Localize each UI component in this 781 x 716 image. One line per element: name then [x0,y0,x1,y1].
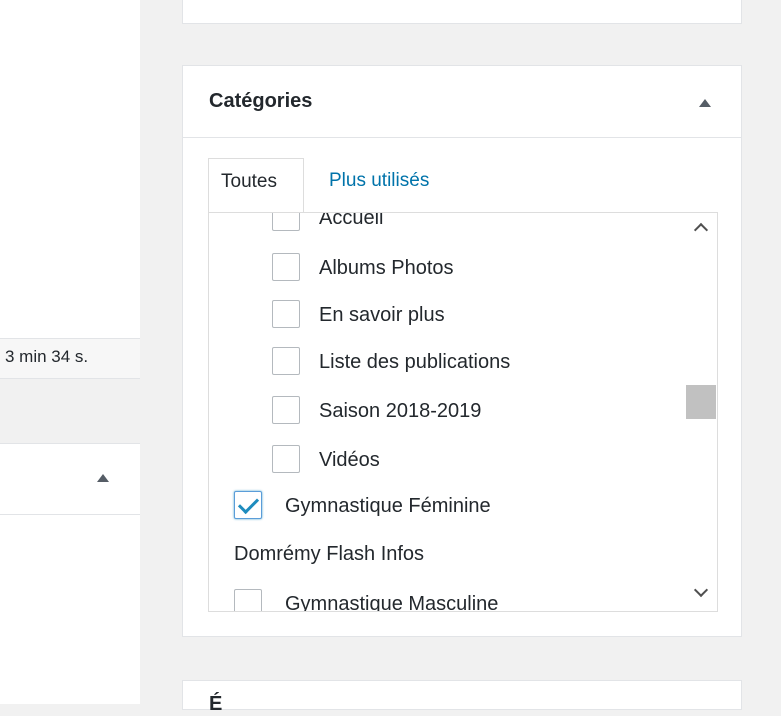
category-label: Domrémy Flash Infos [234,543,425,565]
category-checkbox[interactable] [234,589,262,611]
tab-all[interactable]: Toutes [208,158,304,215]
category-label: Albums Photos [319,257,454,279]
list-scrollbar[interactable] [685,213,717,611]
category-label: Saison 2018-2019 [319,400,482,422]
category-checkbox[interactable] [272,213,300,231]
category-label: En savoir plus [319,304,445,326]
category-checklist[interactable]: Accueil Albums Photos En savoir plus Lis… [208,212,718,612]
categories-panel: Catégories Toutes Plus utilisés Accueil … [182,65,742,637]
category-checkbox-checked[interactable] [234,491,262,519]
category-label: Gymnastique Féminine [285,495,491,517]
editor-content [0,0,140,340]
category-checkbox[interactable] [272,300,300,328]
categories-title: Catégories [209,90,313,112]
scrollbar-thumb[interactable] [686,385,716,419]
tab-most-used[interactable]: Plus utilisés [329,170,429,192]
category-checkbox[interactable] [272,396,300,424]
category-label: Liste des publications [319,351,511,373]
category-label: Gymnastique Masculine [285,593,499,612]
category-checkbox[interactable] [272,445,300,473]
category-label: Vidéos [319,449,380,471]
scroll-down-icon[interactable] [693,582,709,598]
scroll-up-icon[interactable] [693,222,709,238]
left-panel-body [0,515,140,704]
category-label: Accueil [319,212,384,229]
panel-toggle-icon[interactable] [97,474,109,482]
next-panel-title: É [209,693,223,715]
categories-header[interactable]: Catégories [183,66,741,138]
collapse-arrow-icon[interactable] [699,99,711,107]
category-checkbox[interactable] [272,253,300,281]
left-panel-header [0,443,140,515]
previous-panel [182,0,742,24]
next-panel: É [182,680,742,715]
category-checkbox[interactable] [272,347,300,375]
reading-time-status: 3 min 34 s. [0,338,140,379]
